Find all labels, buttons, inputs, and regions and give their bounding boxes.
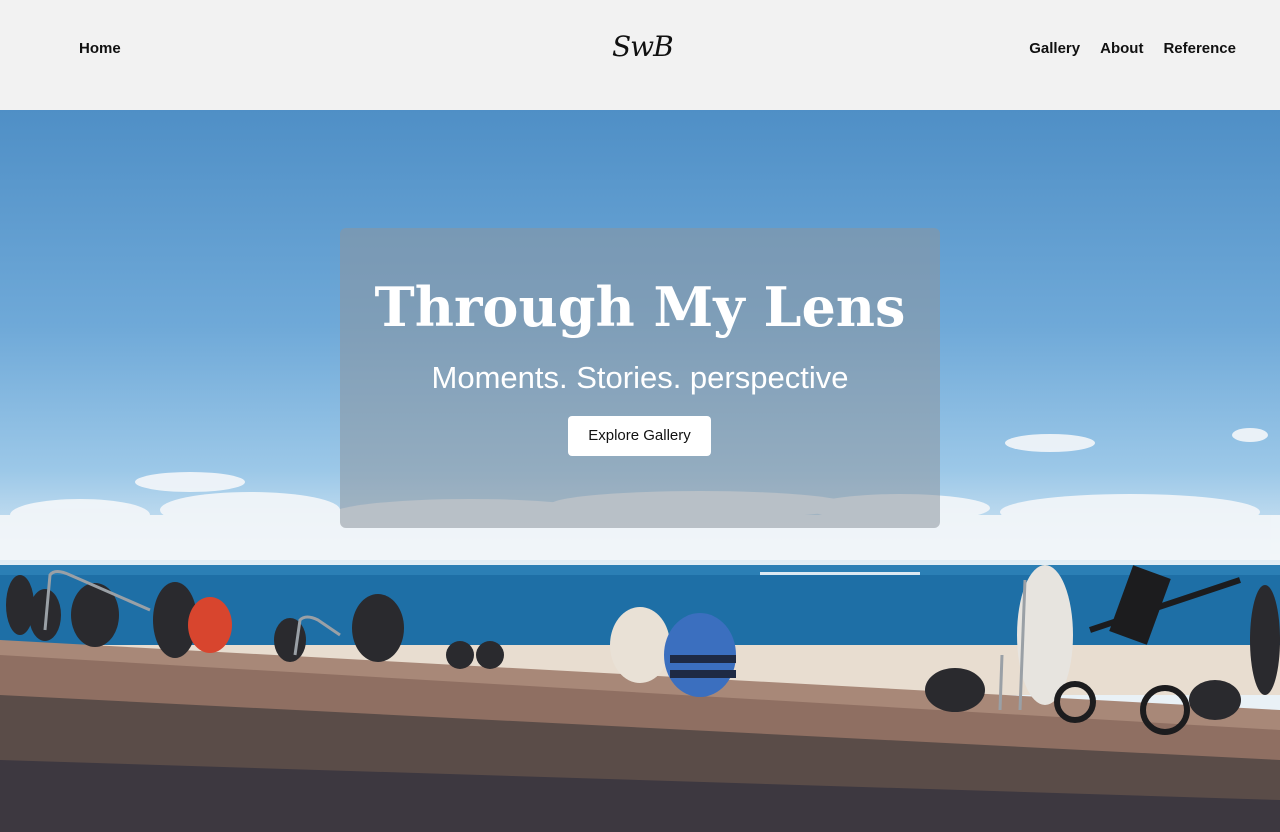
hero-section: Through My Lens Moments. Stories. perspe… (0, 110, 1280, 832)
nav-right: Gallery About Reference (1029, 39, 1236, 59)
hero-subtitle: Moments. Stories. perspective (431, 360, 849, 395)
nav-link-gallery[interactable]: Gallery (1029, 39, 1080, 59)
site-logo[interactable]: SwB (612, 30, 674, 64)
nav-link-reference[interactable]: Reference (1163, 39, 1236, 59)
nav-link-about[interactable]: About (1100, 39, 1143, 59)
explore-gallery-button[interactable]: Explore Gallery (568, 416, 711, 456)
nav-link-home[interactable]: Home (79, 40, 121, 57)
nav-left: Home (79, 39, 121, 59)
top-navbar: Home SwB Gallery About Reference (0, 0, 1280, 110)
hero-title: Through My Lens (374, 275, 906, 339)
